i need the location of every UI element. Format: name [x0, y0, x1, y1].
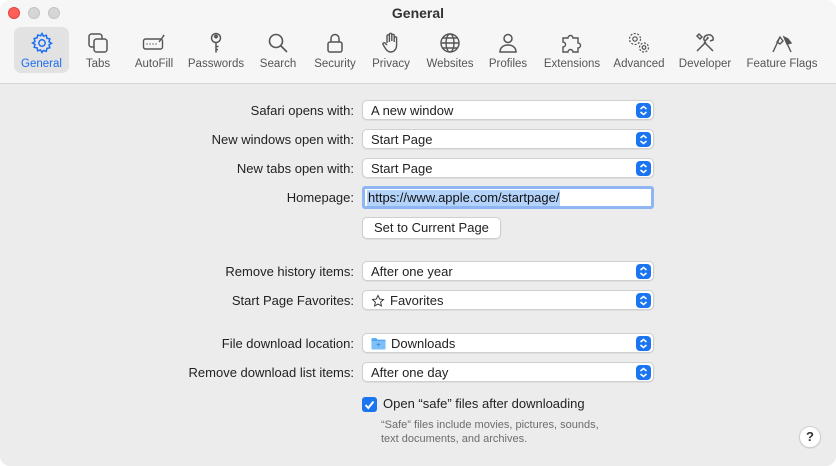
new-tabs-popup[interactable]: Start Page: [362, 158, 654, 178]
open-safe-label: Open “safe” files after downloading: [383, 396, 585, 411]
tab-search[interactable]: Search: [255, 27, 301, 73]
favorites-value: Favorites: [390, 293, 443, 308]
gear-icon: [29, 30, 55, 56]
download-location-value-wrap: Downloads: [371, 336, 455, 351]
favorites-row: Start Page Favorites: Favorites: [0, 290, 836, 312]
tab-search-label: Search: [260, 58, 296, 70]
favorites-popup[interactable]: Favorites: [362, 290, 654, 310]
remove-downloads-popup[interactable]: After one day: [362, 362, 654, 382]
tab-privacy[interactable]: Privacy: [367, 27, 415, 73]
window-title: General: [0, 5, 836, 21]
favorites-label: Start Page Favorites:: [232, 293, 354, 308]
tab-autofill-label: AutoFill: [135, 58, 173, 70]
tab-security[interactable]: Security: [309, 27, 361, 73]
tab-advanced-label: Advanced: [613, 58, 664, 70]
new-tabs-value: Start Page: [371, 161, 432, 176]
chevron-updown-icon: [636, 103, 651, 118]
remove-downloads-label: Remove download list items:: [189, 365, 354, 380]
tab-developer[interactable]: Developer: [674, 27, 736, 73]
preferences-toolbar: General Tabs: [12, 27, 824, 75]
homepage-row: Homepage: https://www.apple.com/startpag…: [0, 187, 836, 209]
tab-general[interactable]: General: [14, 27, 69, 73]
tab-privacy-label: Privacy: [372, 58, 410, 70]
favorites-value-wrap: Favorites: [371, 293, 443, 308]
new-windows-row: New windows open with: Start Page: [0, 129, 836, 151]
remove-downloads-row: Remove download list items: After one da…: [0, 362, 836, 384]
homepage-label: Homepage:: [287, 190, 354, 205]
remove-history-value: After one year: [371, 264, 453, 279]
gears-icon: [626, 30, 652, 56]
tab-websites[interactable]: Websites: [422, 27, 478, 73]
star-icon: [371, 294, 385, 308]
safari-opens-label: Safari opens with:: [251, 103, 354, 118]
open-safe-checkbox[interactable]: [362, 397, 377, 412]
globe-icon: [437, 30, 463, 56]
remove-history-label: Remove history items:: [225, 264, 354, 279]
tab-tabs-label: Tabs: [86, 58, 110, 70]
download-location-value: Downloads: [391, 336, 455, 351]
lock-icon: [322, 30, 348, 56]
download-location-row: File download location: Downloads: [0, 333, 836, 355]
key-icon: [203, 30, 229, 56]
safe-files-note-line2: text documents, and archives.: [381, 432, 641, 446]
set-to-current-page-button[interactable]: Set to Current Page: [362, 217, 501, 239]
safari-opens-popup[interactable]: A new window: [362, 100, 654, 120]
set-current-row: Set to Current Page: [0, 217, 836, 239]
hand-icon: [378, 30, 404, 56]
new-windows-value: Start Page: [371, 132, 432, 147]
tools-icon: [692, 30, 718, 56]
new-tabs-label: New tabs open with:: [237, 161, 354, 176]
puzzle-icon: [559, 30, 585, 56]
tab-passwords-label: Passwords: [188, 58, 244, 70]
general-settings-pane: Safari opens with: A new window New wind…: [0, 85, 836, 466]
new-windows-label: New windows open with:: [212, 132, 354, 147]
chevron-updown-icon: [636, 293, 651, 308]
preferences-window: General General: [0, 0, 836, 466]
tabs-icon: [85, 30, 111, 56]
open-safe-row: Open “safe” files after downloading: [0, 396, 836, 418]
checkmark-icon: [364, 400, 375, 410]
chevron-updown-icon: [636, 161, 651, 176]
tab-feature-flags[interactable]: Feature Flags: [742, 27, 822, 73]
folder-icon: [371, 337, 386, 350]
safari-opens-value: A new window: [371, 103, 453, 118]
tab-extensions-label: Extensions: [544, 58, 600, 70]
flags-icon: [769, 30, 795, 56]
tab-websites-label: Websites: [426, 58, 473, 70]
autofill-icon: [141, 30, 167, 56]
safari-opens-row: Safari opens with: A new window: [0, 100, 836, 122]
tab-autofill[interactable]: AutoFill: [128, 27, 180, 73]
magnifier-icon: [265, 30, 291, 56]
person-icon: [495, 30, 521, 56]
remove-history-popup[interactable]: After one year: [362, 261, 654, 281]
download-location-label: File download location:: [222, 336, 354, 351]
new-windows-popup[interactable]: Start Page: [362, 129, 654, 149]
safe-files-note-line1: “Safe” files include movies, pictures, s…: [381, 418, 641, 432]
titlebar: General General: [0, 0, 836, 84]
tab-passwords[interactable]: Passwords: [184, 27, 248, 73]
chevron-updown-icon: [636, 365, 651, 380]
download-location-popup[interactable]: Downloads: [362, 333, 654, 353]
tab-developer-label: Developer: [679, 58, 731, 70]
tab-profiles-label: Profiles: [489, 58, 527, 70]
tab-advanced[interactable]: Advanced: [610, 27, 668, 73]
tab-security-label: Security: [314, 58, 356, 70]
tab-extensions[interactable]: Extensions: [540, 27, 604, 73]
chevron-updown-icon: [636, 264, 651, 279]
remove-history-row: Remove history items: After one year: [0, 261, 836, 283]
help-button[interactable]: ?: [799, 426, 821, 448]
tab-profiles[interactable]: Profiles: [484, 27, 532, 73]
tab-tabs[interactable]: Tabs: [76, 27, 120, 73]
tab-general-label: General: [21, 58, 62, 70]
homepage-field[interactable]: https://www.apple.com/startpage/: [362, 186, 654, 209]
homepage-value: https://www.apple.com/startpage/: [367, 190, 560, 206]
tab-feature-flags-label: Feature Flags: [747, 58, 818, 70]
chevron-updown-icon: [636, 336, 651, 351]
remove-downloads-value: After one day: [371, 365, 448, 380]
chevron-updown-icon: [636, 132, 651, 147]
new-tabs-row: New tabs open with: Start Page: [0, 158, 836, 180]
